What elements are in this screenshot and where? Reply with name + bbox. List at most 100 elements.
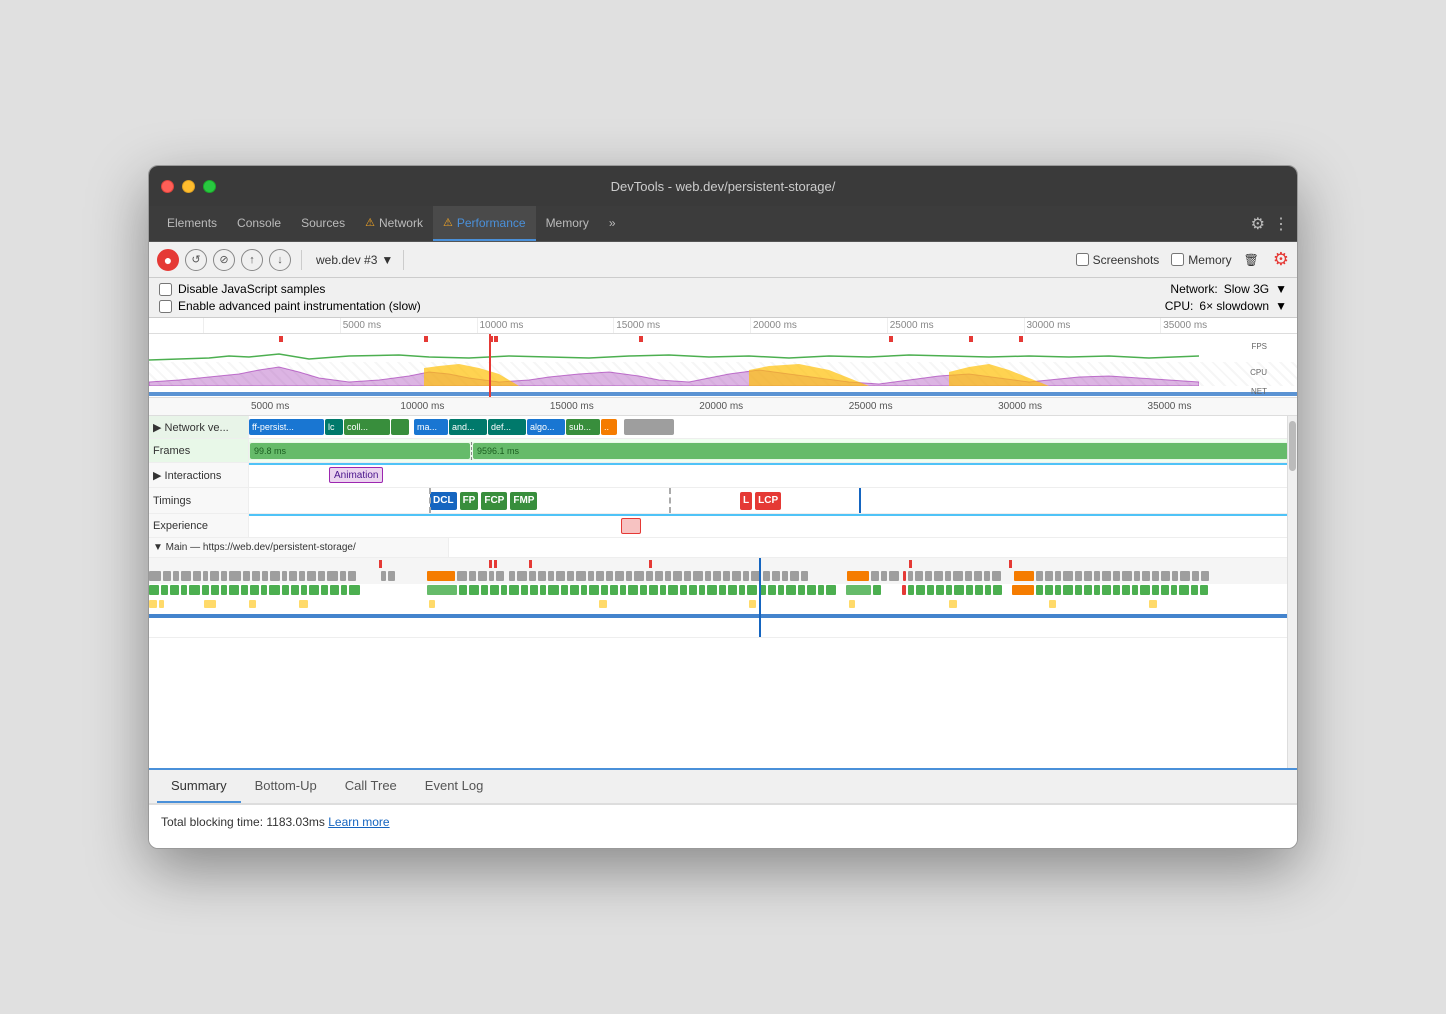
marker5 — [649, 560, 652, 568]
learn-more-link[interactable]: Learn more — [328, 815, 389, 829]
overview-ruler: 5000 ms 10000 ms 15000 ms 20000 ms 25000… — [149, 318, 1297, 334]
memory-checkbox[interactable]: Memory — [1171, 253, 1231, 267]
close-button[interactable] — [161, 180, 174, 193]
main-blue-bar — [149, 614, 1297, 618]
screenshots-label: Screenshots — [1093, 253, 1160, 267]
network-track: ▶ Network ve... ff-persist... lc coll...… — [149, 416, 1297, 439]
interactions-label[interactable]: ▶ Interactions — [149, 463, 249, 487]
more-icon[interactable]: ⋮ — [1273, 214, 1289, 234]
fps-label: FPS — [1251, 342, 1267, 351]
chip-and: and... — [449, 419, 487, 435]
options-left: Disable JavaScript samples Enable advanc… — [159, 282, 421, 313]
clear-button[interactable]: ⊘ — [213, 249, 235, 271]
disable-js-label: Disable JavaScript samples — [178, 282, 325, 296]
network-track-label[interactable]: ▶ Network ve... — [149, 416, 249, 438]
tab-memory[interactable]: Memory — [536, 206, 599, 241]
network-throttle-label: Network: — [1170, 282, 1217, 296]
tab-network[interactable]: ⚠ Network — [355, 206, 433, 241]
profile-select[interactable]: web.dev #3 ▼ — [316, 253, 393, 267]
net-bar — [149, 392, 1297, 396]
timings-label[interactable]: Timings — [149, 488, 249, 513]
tab-console-label: Console — [237, 216, 281, 230]
timeline-container: 5000 ms 10000 ms 15000 ms 20000 ms 25000… — [149, 318, 1297, 768]
tab-performance[interactable]: ⚠ Performance — [433, 206, 536, 241]
main-track-label[interactable]: ▼ Main — https://web.dev/persistent-stor… — [149, 538, 449, 557]
trash-icon[interactable]: 🗑 — [1244, 253, 1259, 267]
tabs-actions: ⚙ ⋮ — [1251, 206, 1289, 241]
tab-event-log-label: Event Log — [425, 778, 484, 793]
fcp-chip: FCP — [481, 492, 507, 510]
tick-35000: 35000 ms — [1160, 318, 1297, 333]
tab-sources-label: Sources — [301, 216, 345, 230]
frames-label[interactable]: Frames — [149, 439, 249, 462]
network-track-content: ff-persist... lc coll... ma... and... de… — [249, 416, 1289, 438]
yellow-bars-row — [149, 598, 1297, 612]
network-dropdown-icon[interactable]: ▼ — [1275, 282, 1287, 296]
fp-chip: FP — [460, 492, 479, 510]
disable-js-option[interactable]: Disable JavaScript samples — [159, 282, 421, 296]
title-bar: DevTools - web.dev/persistent-storage/ — [149, 166, 1297, 206]
tab-bottom-up[interactable]: Bottom-Up — [241, 770, 331, 803]
tab-elements[interactable]: Elements — [157, 206, 227, 241]
tab-network-label: Network — [379, 216, 423, 230]
settings-red-icon[interactable]: ⚙ — [1273, 249, 1289, 270]
green-bars-row — [149, 584, 1297, 598]
minimize-button[interactable] — [182, 180, 195, 193]
bottom-tabs: Summary Bottom-Up Call Tree Event Log — [149, 768, 1297, 804]
memory-label: Memory — [1188, 253, 1231, 267]
tab-more[interactable]: » — [599, 206, 626, 241]
download-button[interactable]: ↓ — [269, 249, 291, 271]
tab-summary[interactable]: Summary — [157, 770, 241, 803]
adv-paint-checkbox[interactable] — [159, 300, 172, 313]
tabs-bar: Elements Console Sources ⚠ Network ⚠ Per… — [149, 206, 1297, 242]
tab-console[interactable]: Console — [227, 206, 291, 241]
screenshots-checkbox[interactable]: Screenshots — [1076, 253, 1160, 267]
frames-label-text: Frames — [153, 445, 190, 457]
main-scrollbar-thumb — [1289, 421, 1296, 471]
upload-button[interactable]: ↑ — [241, 249, 263, 271]
lcp-chip: LCP — [755, 492, 781, 510]
animation-chip: Animation — [329, 467, 383, 483]
chip-dot: .. — [601, 419, 617, 435]
exp-chip — [621, 518, 641, 534]
task-bars-row1 — [149, 570, 1297, 584]
maximize-button[interactable] — [203, 180, 216, 193]
disable-js-checkbox[interactable] — [159, 283, 172, 296]
network-throttle-value: Slow 3G — [1224, 282, 1269, 296]
tick-25000: 25000 ms — [887, 318, 1024, 333]
tab-call-tree[interactable]: Call Tree — [331, 770, 411, 803]
timeline-main[interactable]: 5000 ms 10000 ms 15000 ms 20000 ms 25000… — [149, 398, 1297, 768]
settings-icon[interactable]: ⚙ — [1251, 214, 1265, 234]
tab-sources[interactable]: Sources — [291, 206, 355, 241]
tab-call-tree-label: Call Tree — [345, 778, 397, 793]
network-throttle: Network: Slow 3G ▼ — [1170, 282, 1287, 296]
tab-performance-label: Performance — [457, 216, 526, 230]
record-button[interactable]: ● — [157, 249, 179, 271]
timing-group2: L LCP — [739, 491, 782, 511]
timeline-overview[interactable]: 5000 ms 10000 ms 15000 ms 20000 ms 25000… — [149, 318, 1297, 398]
experience-topline — [249, 514, 1297, 516]
cpu-label: CPU — [1250, 368, 1267, 377]
interactions-topline — [249, 463, 1297, 465]
options-right: Network: Slow 3G ▼ CPU: 6× slowdown ▼ — [1165, 282, 1287, 313]
tab-memory-label: Memory — [546, 216, 589, 230]
tab-event-log[interactable]: Event Log — [411, 770, 498, 803]
cpu-throttle: CPU: 6× slowdown ▼ — [1165, 299, 1287, 313]
experience-track: Experience — [149, 514, 1297, 538]
cpu-dropdown-icon[interactable]: ▼ — [1275, 299, 1287, 313]
profile-dropdown-icon[interactable]: ▼ — [381, 253, 393, 267]
ruler2-tick-35k: 35000 ms — [1148, 401, 1297, 412]
dcl-chip: DCL — [430, 492, 457, 510]
experience-label[interactable]: Experience — [149, 514, 249, 537]
timing-dashed-2 — [669, 488, 671, 513]
screenshots-input[interactable] — [1076, 253, 1089, 266]
main-track-text: ▼ Main — https://web.dev/persistent-stor… — [153, 542, 356, 553]
ruler2-tick-10k: 10000 ms — [400, 401, 549, 412]
reload-button[interactable]: ↺ — [185, 249, 207, 271]
adv-paint-option[interactable]: Enable advanced paint instrumentation (s… — [159, 299, 421, 313]
tick-15000: 15000 ms — [613, 318, 750, 333]
experience-label-text: Experience — [153, 520, 208, 532]
main-scrollbar[interactable] — [1287, 416, 1297, 768]
memory-input[interactable] — [1171, 253, 1184, 266]
timings-label-text: Timings — [153, 495, 191, 507]
